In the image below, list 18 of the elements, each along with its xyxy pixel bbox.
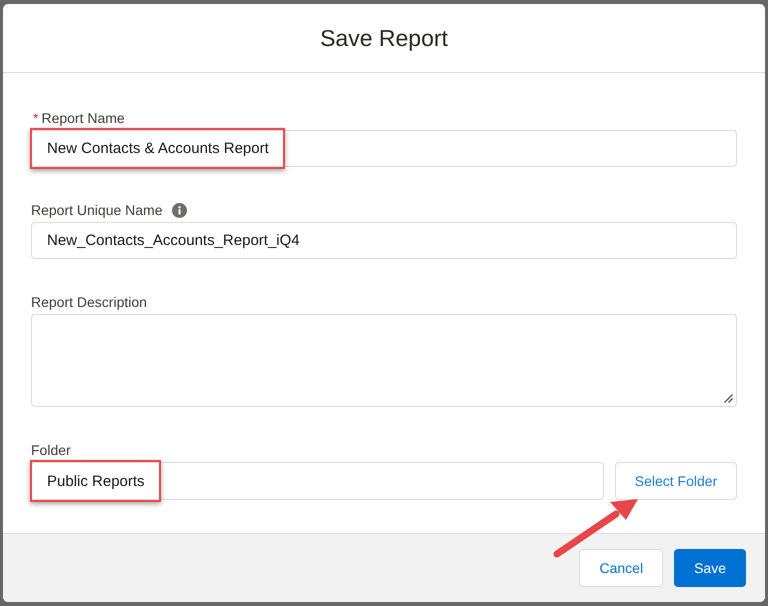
info-icon[interactable] <box>172 202 187 218</box>
cancel-button[interactable]: Cancel <box>579 549 664 587</box>
dialog-title: Save Report <box>320 24 448 52</box>
select-folder-button[interactable]: Select Folder <box>615 462 737 500</box>
input-field[interactable]: New Contacts & Accounts Report <box>31 130 737 167</box>
save-button[interactable]: Save <box>674 549 746 587</box>
field-label: Folder <box>31 442 71 458</box>
field-label: Report Name <box>41 110 125 126</box>
field-value: New_Contacts_Accounts_Report_iQ4 <box>46 232 300 249</box>
field-label: Report Description <box>31 294 147 310</box>
input-field[interactable]: New_Contacts_Accounts_Report_iQ4 <box>31 222 737 259</box>
required-mark: * <box>33 110 38 126</box>
resize-handle-icon[interactable] <box>724 394 733 403</box>
highlighted-value: New Contacts & Accounts Report <box>30 128 285 169</box>
field-label: Report Unique Name <box>31 202 163 218</box>
input-field[interactable]: Public Reports <box>31 462 604 500</box>
textarea-field[interactable] <box>31 314 737 407</box>
highlighted-value: Public Reports <box>30 460 161 502</box>
